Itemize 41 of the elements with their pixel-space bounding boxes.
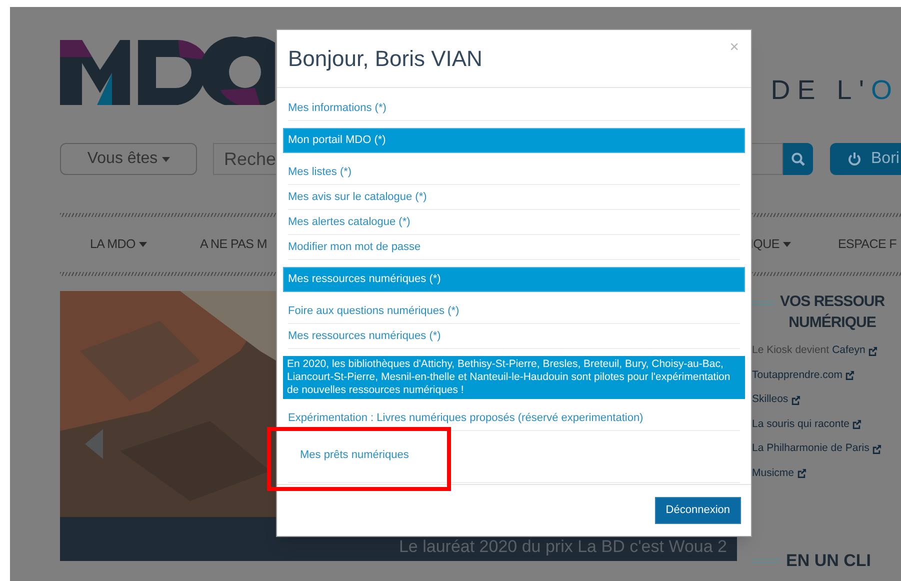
- audience-button[interactable]: Vous êtes: [60, 143, 197, 175]
- section-heading: NUMÉRIQUE: [788, 312, 876, 333]
- menu-link[interactable]: Mes alertes catalogue (*): [288, 214, 410, 230]
- section-header: Mon portail MDO (*): [283, 128, 745, 153]
- resource-link[interactable]: Skilleos: [752, 392, 788, 408]
- nav-link[interactable]: LA MDO: [90, 235, 200, 254]
- external-link-icon: [791, 396, 800, 405]
- close-button[interactable]: ×: [730, 40, 739, 56]
- notice-banner: En 2020, les bibliothèques d'Attichy, Bethisy-St-Pierre, Bresles, Breteuil, Bury, Choisy-au-Bac, Liancourt-St-Pierre, Mesnil-en-thelle et Nanteuil-le-Haudouin sont pilotes pour l'expérimentation de nouvelles ressources numériques !: [283, 356, 745, 399]
- search-icon: [791, 152, 805, 166]
- link-prefix: Le Kiosk devient: [752, 343, 830, 358]
- menu-link[interactable]: Mes prêts numériques: [300, 447, 409, 464]
- external-link-icon: [797, 469, 806, 478]
- menu-link[interactable]: Mes informations (*): [288, 100, 386, 116]
- nav-link[interactable]: ESPACE F: [838, 235, 901, 254]
- heading-rule: [752, 558, 780, 563]
- external-link-icon: [868, 346, 878, 356]
- resource-link[interactable]: Musicme: [752, 466, 794, 482]
- account-button[interactable]: Bori: [830, 143, 901, 175]
- external-link-icon: [845, 371, 854, 380]
- resource-link[interactable]: Cafeyn: [832, 343, 866, 360]
- menu-link[interactable]: Modifier mon mot de passe: [288, 238, 421, 256]
- resource-link[interactable]: La souris qui raconte: [752, 416, 850, 433]
- resource-link[interactable]: La Philharmonie de Paris: [752, 441, 870, 458]
- external-link-icon: [872, 444, 882, 454]
- carousel-caption: Le lauréat 2020 du prix La BD c'est Woua 2: [398, 536, 727, 558]
- menu-link[interactable]: Foire aux questions numériques (*): [288, 302, 460, 320]
- menu-link[interactable]: Mes listes (*): [288, 164, 352, 180]
- section-heading: VOS RESSOUR: [780, 292, 885, 312]
- logout-button[interactable]: Déconnexion: [654, 497, 741, 524]
- modal-title: Bonjour, Boris VIAN: [288, 45, 482, 73]
- menu-link[interactable]: Expérimentation : Livres numériques proposés (réservé experimentation): [288, 410, 644, 426]
- menu-link[interactable]: Mes ressources numériques (*): [288, 328, 441, 344]
- section-header: Mes ressources numériques (*): [283, 267, 745, 292]
- site-tagline: DE L'O: [770, 75, 899, 105]
- section-heading: EN UN CLI: [786, 550, 871, 572]
- search-button[interactable]: [783, 143, 813, 175]
- resource-link[interactable]: Toutapprendre.com: [752, 368, 842, 384]
- power-icon: [848, 152, 861, 166]
- menu-link[interactable]: Mes avis sur le catalogue (*): [288, 188, 427, 206]
- external-link-icon: [852, 420, 862, 430]
